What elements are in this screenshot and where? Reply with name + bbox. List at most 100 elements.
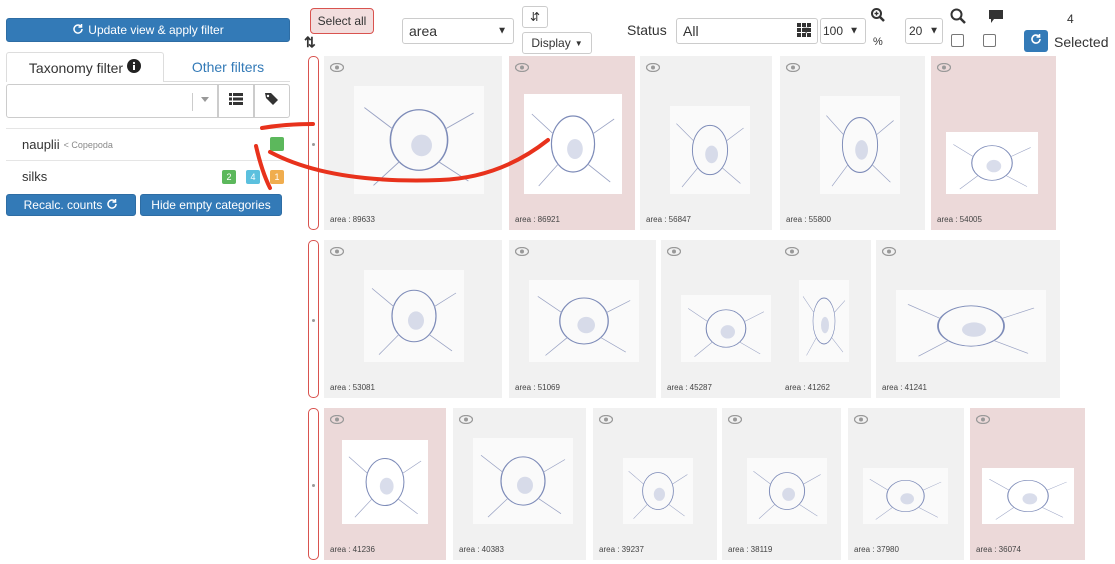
vignette-area-label: area : 41241	[882, 383, 927, 392]
tab-taxonomy-filter[interactable]: Taxonomy filter	[6, 52, 164, 82]
vignette-card[interactable]: area : 86921	[509, 56, 635, 230]
vignette-area-label: area : 53081	[330, 383, 375, 392]
row-select-handle[interactable]	[308, 240, 319, 398]
info-icon	[127, 59, 142, 76]
plankton-image	[747, 458, 827, 524]
select-all-button[interactable]: Select all	[310, 8, 374, 34]
zoom-select[interactable]: 20 ▼	[905, 18, 943, 44]
search-icon	[950, 8, 966, 29]
tabs-divider	[164, 81, 290, 82]
vignette-card[interactable]: area : 56847	[640, 56, 772, 230]
eye-icon[interactable]	[785, 59, 801, 77]
plankton-image	[681, 295, 771, 362]
recalc-label: Recalc. counts	[23, 198, 103, 212]
eye-icon[interactable]	[881, 243, 897, 261]
vignette-card[interactable]: area : 41241	[876, 240, 1060, 398]
sort-toggle-icon[interactable]: ⇅	[304, 34, 316, 51]
handle-dot	[312, 143, 315, 146]
refresh-icon	[106, 198, 118, 213]
vignette-area-label: area : 37980	[854, 545, 899, 554]
vignette-card[interactable]: area : 54005	[931, 56, 1056, 230]
select-separator	[192, 93, 193, 111]
category-row-silks[interactable]: silks 2 4 1	[6, 160, 290, 192]
vignette-card[interactable]: area : 51069	[509, 240, 656, 398]
list-view-button[interactable]	[218, 84, 254, 118]
page-size-value: 100	[823, 24, 844, 38]
vignette-area-label: area : 39237	[599, 545, 644, 554]
comment-checkbox[interactable]	[983, 34, 996, 47]
plankton-image	[946, 132, 1038, 194]
row-select-handle[interactable]	[308, 56, 319, 230]
zoom-percent-label: %	[873, 36, 883, 48]
eye-icon[interactable]	[784, 243, 800, 261]
vignette-card[interactable]: area : 40383	[453, 408, 586, 560]
chevron-down-icon: ▼	[497, 25, 507, 37]
vignette-area-label: area : 40383	[459, 545, 504, 554]
plankton-image	[473, 438, 573, 524]
category-parent: < Copepoda	[63, 139, 113, 150]
update-view-button[interactable]: Update view & apply filter	[6, 18, 290, 42]
plankton-image	[670, 106, 750, 194]
plankton-image	[364, 270, 464, 362]
count-badge-orange: 1	[270, 170, 284, 184]
vignette-card[interactable]: area : 45287	[661, 240, 787, 398]
vignette-area-label: area : 54005	[937, 215, 982, 224]
selected-label: Selected	[1054, 34, 1109, 50]
eye-icon[interactable]	[329, 59, 345, 77]
plankton-image	[623, 458, 693, 524]
vignette-card[interactable]: area : 39237	[593, 408, 717, 560]
refresh-icon	[72, 23, 84, 38]
vignette-area-label: area : 89633	[330, 215, 375, 224]
vignette-area-label: area : 36074	[976, 545, 1021, 554]
vignette-card[interactable]: area : 36074	[970, 408, 1085, 560]
recalc-counts-button[interactable]: Recalc. counts	[6, 194, 136, 216]
page-size-select[interactable]: 100 ▼	[797, 18, 866, 44]
hide-empty-categories-button[interactable]: Hide empty categories	[140, 194, 282, 216]
vignette-card[interactable]: area : 41236	[324, 408, 446, 560]
category-name: silks	[22, 169, 48, 184]
eye-icon[interactable]	[329, 243, 345, 261]
taxonomy-select[interactable]	[6, 84, 218, 118]
sort-field-value: area	[409, 23, 438, 39]
eye-icon[interactable]	[853, 411, 869, 429]
sort-direction-icon: ⇵	[529, 10, 541, 24]
eye-icon[interactable]	[936, 59, 952, 77]
tab-other-filters[interactable]: Other filters	[166, 52, 290, 82]
eye-icon[interactable]	[458, 411, 474, 429]
eye-icon[interactable]	[598, 411, 614, 429]
sort-field-select[interactable]: area ▼	[402, 18, 514, 44]
chevron-down-icon: ▼	[849, 25, 859, 37]
eye-icon[interactable]	[514, 243, 530, 261]
handle-dot	[312, 484, 315, 487]
plankton-image	[863, 468, 948, 524]
tab-other-filters-label: Other filters	[191, 59, 265, 75]
vignette-area-label: area : 51069	[515, 383, 560, 392]
tags-button[interactable]	[254, 84, 290, 118]
handle-dot	[312, 319, 315, 322]
zoom-in-icon	[871, 8, 885, 25]
vignette-card[interactable]: area : 41262	[779, 240, 871, 398]
vignette-card[interactable]: area : 55800	[780, 56, 925, 230]
display-menu-button[interactable]: Display ▼	[522, 32, 592, 54]
search-checkbox[interactable]	[951, 34, 964, 47]
eye-icon[interactable]	[514, 59, 530, 77]
vignette-card[interactable]: area : 89633	[324, 56, 502, 230]
eye-icon[interactable]	[645, 59, 661, 77]
sort-direction-button[interactable]: ⇵	[522, 6, 548, 28]
vignette-area-label: area : 56847	[646, 215, 691, 224]
tab-taxonomy-label: Taxonomy filter	[28, 59, 124, 76]
eye-icon[interactable]	[329, 411, 345, 429]
eye-icon[interactable]	[975, 411, 991, 429]
update-view-label: Update view & apply filter	[88, 23, 224, 37]
category-row-nauplii[interactable]: nauplii < Copepoda	[6, 128, 290, 160]
vignette-card[interactable]: area : 38119	[722, 408, 841, 560]
vignette-card[interactable]: area : 53081	[324, 240, 502, 398]
row-select-handle[interactable]	[308, 408, 319, 560]
vignette-area-label: area : 86921	[515, 215, 560, 224]
vignette-card[interactable]: area : 37980	[848, 408, 964, 560]
grid-icon	[797, 23, 811, 40]
refresh-selection-button[interactable]	[1024, 30, 1048, 52]
eye-icon[interactable]	[666, 243, 682, 261]
eye-icon[interactable]	[727, 411, 743, 429]
plankton-image	[982, 468, 1074, 524]
